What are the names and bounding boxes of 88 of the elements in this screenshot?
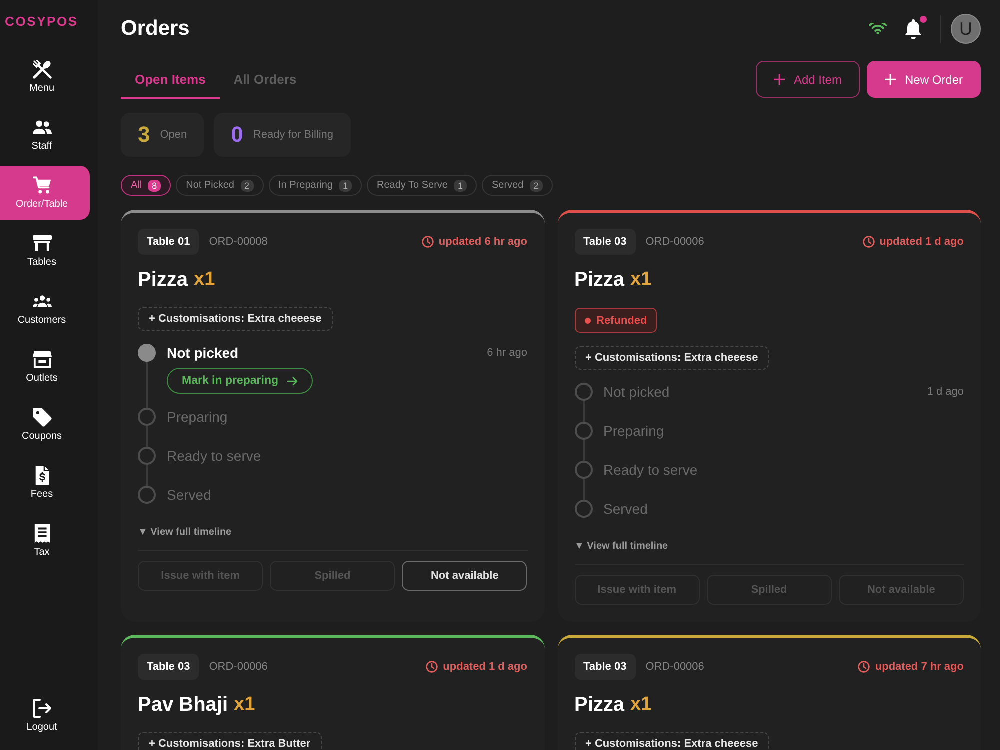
- updated-time: updated 7 hr ago: [875, 661, 964, 673]
- item-quantity: x1: [234, 694, 256, 716]
- receipt-icon: [32, 524, 52, 543]
- nav-item[interactable]: Customers: [0, 282, 90, 336]
- next-step-button[interactable]: Mark in preparing: [167, 368, 312, 394]
- add-button[interactable]: New Order: [866, 61, 981, 98]
- nav-item[interactable]: Fees: [0, 456, 90, 510]
- arrow-right-icon: [286, 376, 298, 386]
- nav-item[interactable]: Staff: [0, 108, 90, 162]
- table-label: Table 03: [574, 654, 636, 680]
- table-icon: [32, 234, 52, 253]
- filter-chip[interactable]: Served 2: [482, 175, 553, 196]
- clock-icon: [862, 236, 875, 248]
- view-timeline-link[interactable]: ▼ View full timeline: [138, 525, 232, 539]
- nav-item[interactable]: Tax: [0, 514, 90, 568]
- item-name: Pav Bhaji: [138, 694, 228, 716]
- user-avatar[interactable]: U: [951, 14, 981, 44]
- wifi-icon: [869, 23, 887, 35]
- tag-icon: [32, 408, 52, 427]
- filter-count: 8: [148, 180, 162, 192]
- clock-icon: [422, 236, 434, 248]
- step-label: Ready to serve: [604, 462, 698, 478]
- step-label: Served: [167, 487, 212, 503]
- logout-icon: [32, 699, 52, 718]
- tab[interactable]: All Orders: [220, 61, 311, 99]
- customisation-tag: + Customisations: Extra cheeese: [138, 307, 333, 331]
- add-button[interactable]: Add Item: [756, 61, 860, 98]
- page-title: Orders: [121, 17, 190, 41]
- order-id: ORD-00006: [646, 661, 704, 673]
- stat-value: 0: [231, 122, 244, 148]
- stat-label: Ready for Billing: [253, 129, 334, 141]
- filter-count: 1: [454, 180, 467, 192]
- item-name: Pizza: [574, 268, 625, 292]
- plus-icon: [884, 74, 896, 85]
- step-label: Not picked: [167, 345, 239, 361]
- customisation-tag: + Customisations: Extra cheeese: [574, 346, 770, 370]
- filter-chip[interactable]: All 8: [121, 175, 172, 196]
- nav-item[interactable]: Order/Table: [0, 166, 90, 220]
- plus-icon: [774, 74, 785, 85]
- step-label: Ready to serve: [167, 448, 262, 464]
- order-id: ORD-00008: [209, 236, 268, 248]
- step-label: Preparing: [167, 409, 228, 425]
- item-quantity: x1: [630, 694, 652, 716]
- status-text: Refunded: [596, 314, 648, 326]
- filter-count: 2: [530, 180, 543, 192]
- filter-count: 2: [240, 180, 254, 192]
- table-label: Table 03: [574, 229, 636, 255]
- step-time: 1 d ago: [927, 386, 964, 398]
- utensils-icon: [32, 60, 52, 79]
- item-quantity: x1: [194, 269, 216, 291]
- clock-icon: [426, 661, 438, 673]
- updated-time: updated 1 d ago: [880, 236, 964, 248]
- status-dot-icon: [584, 318, 590, 324]
- people-icon: [32, 118, 52, 137]
- cart-icon: [32, 176, 52, 195]
- bell-icon[interactable]: [905, 18, 922, 40]
- nav-item[interactable]: Coupons: [0, 398, 90, 452]
- store-icon: [32, 350, 52, 369]
- order-id: ORD-00006: [646, 236, 704, 248]
- stat-label: Open: [160, 129, 188, 141]
- item-name: Pizza: [574, 694, 625, 716]
- item-quantity: x1: [630, 269, 652, 291]
- updated-time: updated 6 hr ago: [438, 236, 528, 248]
- tab[interactable]: Open Items: [121, 61, 220, 99]
- card-action-button[interactable]: Not available: [402, 561, 528, 591]
- filter-chip[interactable]: Ready To Serve 1: [367, 175, 477, 196]
- nav-item[interactable]: Tables: [0, 224, 90, 278]
- filter-chip[interactable]: In Preparing 1: [268, 175, 362, 196]
- step-time: 6 hr ago: [487, 347, 528, 359]
- table-label: Table 03: [138, 654, 200, 680]
- customisation-tag: + Customisations: Extra cheeese: [574, 732, 770, 750]
- nav-item[interactable]: Outlets: [0, 340, 90, 394]
- clock-icon: [858, 661, 870, 673]
- step-label: Not picked: [604, 384, 670, 400]
- customisation-tag: + Customisations: Extra Butter: [138, 732, 322, 750]
- filter-chip[interactable]: Not Picked 2: [176, 175, 264, 196]
- app-logo: COSYPOS: [4, 13, 80, 31]
- updated-time: updated 1 d ago: [443, 661, 528, 673]
- step-label: Served: [604, 501, 648, 517]
- table-label: Table 01: [138, 229, 200, 255]
- stat-value: 3: [138, 122, 150, 148]
- step-label: Preparing: [604, 423, 664, 439]
- item-name: Pizza: [138, 268, 188, 292]
- order-id: ORD-00006: [209, 661, 268, 673]
- view-timeline-link[interactable]: ▼ View full timeline: [574, 539, 668, 553]
- nav-item[interactable]: Menu: [0, 50, 90, 104]
- logout-button[interactable]: Logout: [0, 689, 90, 743]
- filter-count: 1: [339, 180, 352, 192]
